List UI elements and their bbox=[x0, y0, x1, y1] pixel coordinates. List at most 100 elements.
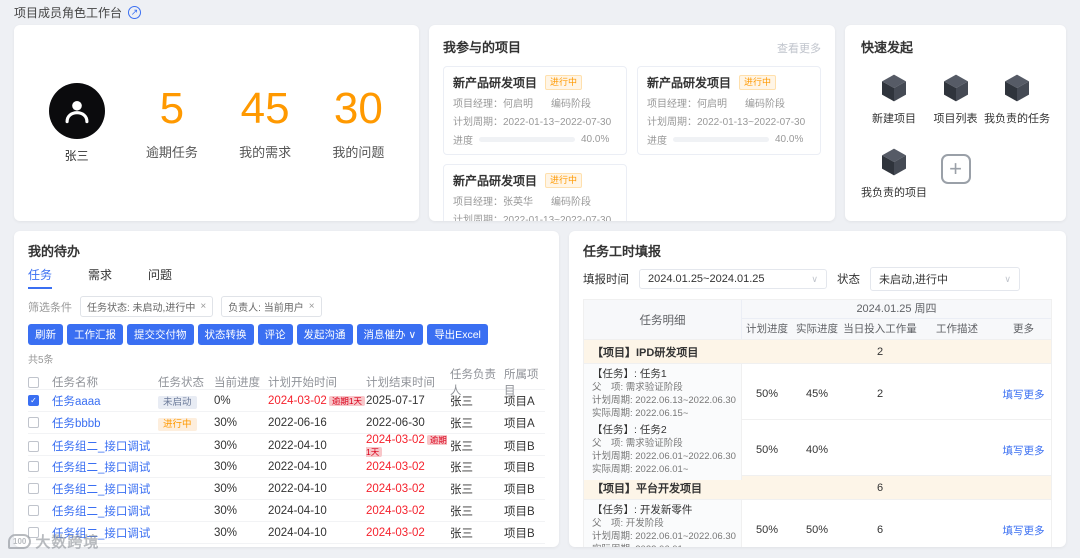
col-plan-end: 计划结束时间 bbox=[366, 377, 435, 389]
quick-add[interactable]: + bbox=[940, 146, 971, 200]
task-name-link[interactable]: 任务bbbb bbox=[52, 415, 158, 431]
task-actual-period: 实际周期: 2022.06.15~ bbox=[592, 408, 689, 419]
filter-tag-text: 任务状态: 未启动,进行中 bbox=[87, 303, 196, 314]
view-more-link[interactable]: 查看更多 bbox=[777, 40, 821, 56]
project-phase: 编码阶段 bbox=[551, 99, 591, 110]
quick-my-tasks[interactable]: 我负责的任务 bbox=[984, 72, 1050, 126]
col-task-status: 任务状态 bbox=[158, 377, 204, 389]
task-name-link[interactable]: 任务组二_接口调试 bbox=[52, 438, 158, 454]
cell-progress: 0% bbox=[214, 394, 231, 407]
hours-task-row: 【任务】: 任务2 父 项: 需求验证阶段 计划周期: 2022.06.01~2… bbox=[584, 420, 1051, 480]
task-name-link[interactable]: 任务组二_接口调试 bbox=[52, 503, 158, 519]
project-row-title: 【项目】IPD研发项目 bbox=[592, 347, 699, 359]
cell-project: 项目A bbox=[504, 417, 535, 430]
tab-issues[interactable]: 问题 bbox=[148, 266, 172, 289]
task-detail-cell: 【任务】: 开发新零件 父 项: 开发阶段 计划周期: 2022.06.01~2… bbox=[584, 500, 742, 547]
stat-value: 5 bbox=[159, 84, 185, 134]
project-card[interactable]: 新产品研发项目 进行中 项目经理：张英华 编码阶段 计划周期：2022-01-1… bbox=[443, 164, 627, 221]
close-icon[interactable]: × bbox=[200, 301, 206, 312]
project-manager: 项目经理：何启明 bbox=[453, 99, 533, 110]
tab-requirements[interactable]: 需求 bbox=[88, 266, 112, 289]
fill-more-link[interactable]: 填写更多 bbox=[1003, 443, 1045, 458]
quick-project-list[interactable]: 项目列表 bbox=[934, 72, 978, 126]
chevron-down-icon: ∨ bbox=[1004, 273, 1011, 284]
export-excel-button[interactable]: 导出Excel bbox=[427, 324, 488, 345]
project-phase: 编码阶段 bbox=[745, 99, 785, 110]
project-card[interactable]: 新产品研发项目 进行中 项目经理：何启明 编码阶段 计划周期：2022-01-1… bbox=[443, 66, 627, 155]
progress-label: 进度 bbox=[453, 136, 473, 147]
time-range-select[interactable]: 2024.01.25~2024.01.25 ∨ bbox=[639, 269, 827, 289]
task-title: 【任务】: 任务1 bbox=[592, 368, 667, 380]
row-checkbox[interactable]: ✓ bbox=[28, 395, 39, 406]
hours-task-row: 【任务】: 任务1 父 项: 需求验证阶段 计划周期: 2022.06.13~2… bbox=[584, 364, 1051, 424]
task-name-link[interactable]: 任务aaaa bbox=[52, 393, 158, 409]
stat-label: 我的问题 bbox=[332, 144, 385, 160]
projects-grid: 新产品研发项目 进行中 项目经理：何启明 编码阶段 计划周期：2022-01-1… bbox=[443, 66, 821, 221]
project-row-title: 【项目】平台开发项目 bbox=[592, 483, 702, 495]
col-actual-progress: 实际进度 bbox=[796, 323, 838, 335]
start-communication-button[interactable]: 发起沟通 bbox=[296, 324, 353, 345]
project-name[interactable]: 新产品研发项目 bbox=[647, 74, 731, 91]
chevron-down-icon: ∨ bbox=[811, 273, 818, 284]
cell-workload[interactable]: 2 bbox=[842, 364, 918, 424]
plus-icon[interactable]: + bbox=[940, 154, 971, 184]
cell-planned: 50% bbox=[755, 524, 779, 536]
share-icon[interactable]: ↗ bbox=[128, 6, 142, 19]
comment-button[interactable]: 评论 bbox=[257, 324, 293, 345]
cell-project: 项目A bbox=[504, 395, 535, 408]
hours-project-row: 【项目】IPD研发项目 2 bbox=[584, 340, 1051, 364]
watermark: 100 大数跨境 bbox=[8, 531, 99, 552]
todo-filter-row: 筛选条件 任务状态: 未启动,进行中 × 负责人: 当前用户 × bbox=[28, 296, 545, 317]
project-name[interactable]: 新产品研发项目 bbox=[453, 172, 537, 189]
todo-count: 共5条 bbox=[28, 355, 54, 366]
col-planned-progress: 计划进度 bbox=[746, 323, 788, 335]
task-parent: 父 项: 开发阶段 bbox=[592, 518, 664, 529]
row-checkbox[interactable] bbox=[28, 440, 39, 452]
quick-new-project[interactable]: 新建项目 bbox=[872, 72, 916, 126]
cell-project: 项目B bbox=[504, 441, 535, 453]
col-progress: 当前进度 bbox=[214, 377, 260, 389]
cell-description[interactable] bbox=[918, 364, 996, 424]
progress-bar bbox=[673, 137, 769, 142]
cell-start-date: 2024-04-10 bbox=[268, 504, 327, 517]
tab-tasks[interactable]: 任务 bbox=[28, 266, 53, 289]
refresh-button[interactable]: 刷新 bbox=[28, 324, 63, 345]
project-name[interactable]: 新产品研发项目 bbox=[453, 74, 537, 91]
row-checkbox[interactable] bbox=[28, 483, 39, 494]
filter-label: 筛选条件 bbox=[28, 301, 72, 314]
todo-toolbar: 刷新 工作汇报 提交交付物 状态转换 评论 发起沟通 消息催办 ∨ 导出Excel bbox=[28, 324, 545, 345]
select-all-checkbox[interactable] bbox=[28, 376, 39, 388]
work-report-button[interactable]: 工作汇报 bbox=[67, 324, 123, 345]
task-name-link[interactable]: 任务组二_接口调试 bbox=[52, 481, 158, 497]
fill-more-link[interactable]: 填写更多 bbox=[1003, 387, 1045, 402]
close-icon[interactable]: × bbox=[309, 301, 315, 312]
watermark-logo-icon: 100 bbox=[8, 534, 32, 549]
col-task-name: 任务名称 bbox=[52, 377, 98, 389]
project-card[interactable]: 新产品研发项目 进行中 项目经理：何启明 编码阶段 计划周期：2022-01-1… bbox=[637, 66, 821, 155]
row-checkbox[interactable] bbox=[28, 417, 39, 428]
cell-workload[interactable] bbox=[842, 420, 918, 480]
fill-more-link[interactable]: 填写更多 bbox=[1003, 523, 1045, 538]
table-row: 任务bbbb 进行中 30% 2022-06-16 2022-06-30 张三 … bbox=[28, 412, 545, 434]
cube-icon bbox=[882, 148, 906, 176]
cell-description[interactable] bbox=[918, 500, 996, 547]
user-icon bbox=[65, 100, 89, 123]
cell-actual: 50% bbox=[805, 524, 829, 536]
col-plan-start: 计划开始时间 bbox=[268, 377, 337, 389]
submit-deliverable-button[interactable]: 提交交付物 bbox=[127, 324, 194, 345]
cell-description[interactable] bbox=[918, 420, 996, 480]
status-transition-button[interactable]: 状态转换 bbox=[197, 324, 254, 345]
hours-table: 任务明细 2024.01.25 周四 计划进度 实际进度 当日投入工作量 工作描… bbox=[583, 299, 1052, 547]
col-more: 更多 bbox=[1013, 323, 1034, 335]
date-header: 2024.01.25 周四 bbox=[742, 300, 1051, 319]
my-todo-card: 我的待办 任务 需求 问题 筛选条件 任务状态: 未启动,进行中 × 负责人: … bbox=[14, 231, 559, 547]
row-checkbox[interactable] bbox=[28, 461, 39, 472]
status-select[interactable]: 未启动,进行中 ∨ bbox=[870, 267, 1020, 291]
row-checkbox[interactable] bbox=[28, 505, 39, 516]
message-urge-button[interactable]: 消息催办 ∨ bbox=[356, 324, 424, 345]
cell-progress: 30% bbox=[214, 526, 238, 539]
time-filter-label: 填报时间 bbox=[583, 274, 629, 286]
cell-workload[interactable]: 6 bbox=[842, 500, 918, 547]
task-name-link[interactable]: 任务组二_接口调试 bbox=[52, 459, 158, 475]
quick-my-projects[interactable]: 我负责的项目 bbox=[861, 146, 927, 200]
